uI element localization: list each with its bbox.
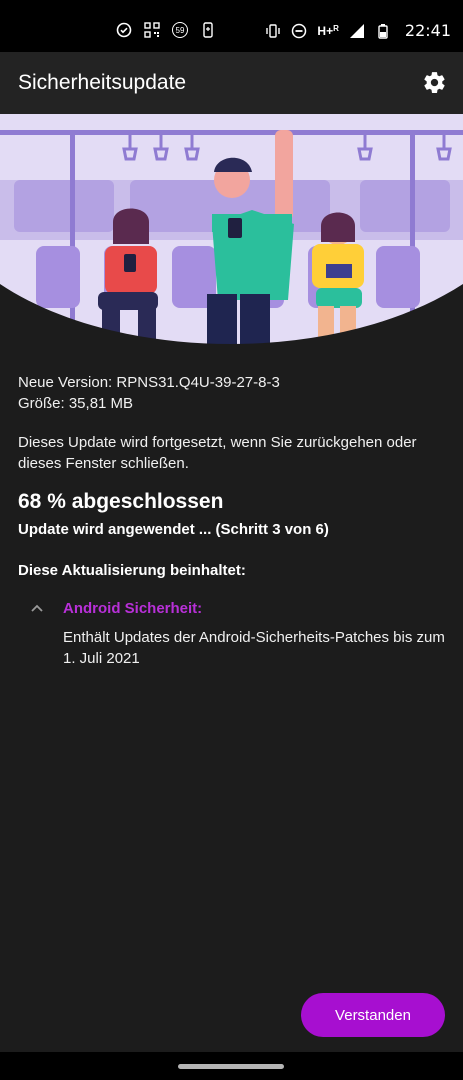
- signal-icon: [349, 23, 365, 39]
- gear-icon[interactable]: [422, 70, 447, 95]
- page-title: Sicherheitsupdate: [18, 71, 187, 94]
- contents-heading: Diese Aktualisierung beinhaltet:: [18, 562, 246, 579]
- security-section-description: Enthält Updates der Android-Sicherheits-…: [63, 629, 445, 667]
- gesture-handle[interactable]: [178, 1064, 284, 1069]
- version-line: Neue Version: RPNS31.Q4U-39-27-8-3: [18, 374, 280, 391]
- roaming-label: R: [333, 23, 339, 33]
- phone-transfer-icon: [200, 22, 216, 38]
- notification-badge-count: 59: [175, 25, 185, 35]
- status-bar: 59 H+ R 22:41: [0, 0, 463, 52]
- confirm-button[interactable]: Verstanden: [301, 993, 445, 1037]
- step-text: Update wird angewendet ... (Schritt 3 vo…: [18, 521, 329, 538]
- notification-badge-icon: 59: [172, 22, 188, 38]
- status-right-icons: H+ R 22:41: [265, 21, 451, 40]
- status-left-icons: 59: [116, 22, 216, 38]
- network-type-indicator: H+ R: [317, 24, 338, 38]
- size-line: Größe: 35,81 MB: [18, 395, 134, 412]
- chevron-up-icon[interactable]: [30, 600, 44, 612]
- progress-text: 68 % abgeschlossen: [18, 490, 224, 513]
- content-area: Neue Version: RPNS31.Q4U-39-27-8-3 Größe…: [0, 114, 463, 1052]
- background-note: Dieses Update wird fortgesetzt, wenn Sie…: [18, 434, 417, 472]
- security-section-title[interactable]: Android Sicherheit:: [63, 600, 202, 617]
- clock: 22:41: [404, 21, 451, 40]
- qr-code-icon: [144, 22, 160, 38]
- subway-illustration: [0, 114, 463, 358]
- battery-icon: [375, 23, 391, 39]
- network-label: H+: [317, 23, 334, 38]
- navigation-bar: [0, 1052, 463, 1080]
- vibrate-icon: [265, 23, 281, 39]
- version-info: Neue Version: RPNS31.Q4U-39-27-8-3 Größe…: [18, 372, 448, 414]
- check-circle-icon: [116, 22, 132, 38]
- do-not-disturb-icon: [291, 23, 307, 39]
- app-bar: Sicherheitsupdate: [0, 52, 463, 114]
